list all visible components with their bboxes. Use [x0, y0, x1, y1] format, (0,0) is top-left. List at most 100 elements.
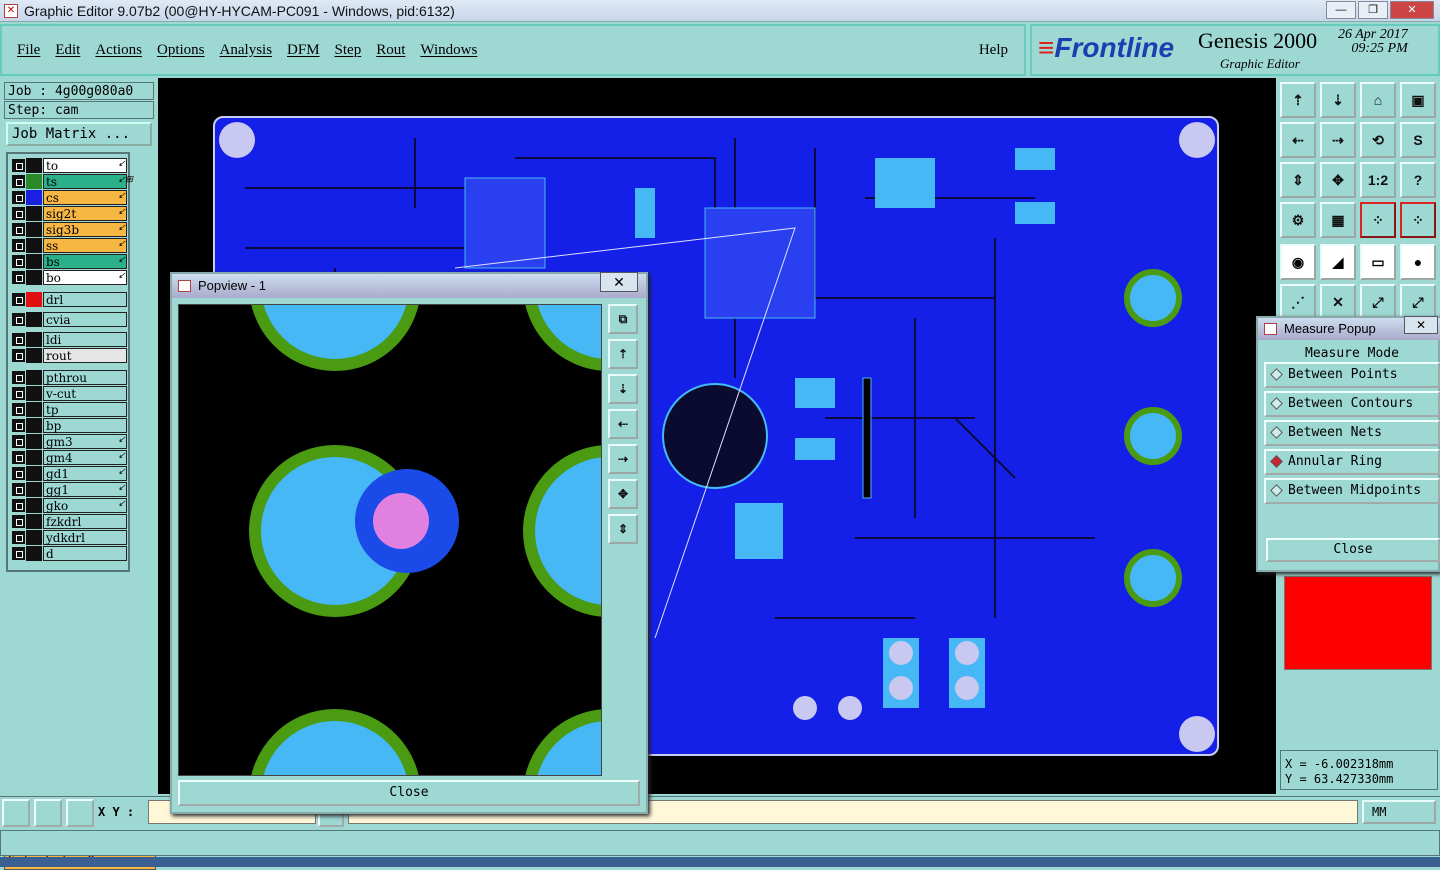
- layer-row-drl[interactable]: drl: [10, 292, 128, 307]
- measure-close-button[interactable]: Close: [1266, 538, 1440, 562]
- layer-row-rout[interactable]: rout: [10, 348, 128, 363]
- layer-row-cs[interactable]: cs ↙: [10, 190, 128, 205]
- measure-icon[interactable]: ⤢: [1360, 284, 1396, 320]
- layer-checkbox[interactable]: [12, 371, 25, 384]
- mini-map[interactable]: [1284, 576, 1432, 670]
- snap-icon[interactable]: ⚙: [1280, 202, 1316, 238]
- layer-checkbox[interactable]: [12, 191, 25, 204]
- layer-checkbox[interactable]: [12, 313, 25, 326]
- cursor-mode-icon[interactable]: [2, 799, 30, 827]
- layer-name[interactable]: ts: [43, 174, 127, 189]
- layer-row-sig2t[interactable]: sig2t ↙: [10, 206, 128, 221]
- measure-option[interactable]: Annular Ring: [1264, 449, 1440, 475]
- layer-name[interactable]: to: [43, 158, 127, 173]
- menu-windows[interactable]: Windows: [420, 42, 477, 59]
- layer-name[interactable]: gko: [43, 498, 127, 513]
- layer-checkbox[interactable]: [12, 531, 25, 544]
- layer-row-fzkdrl[interactable]: fzkdrl: [10, 514, 128, 529]
- layer-name[interactable]: d: [43, 546, 127, 561]
- layer-checkbox[interactable]: [12, 207, 25, 220]
- layer-row-bp[interactable]: bp: [10, 418, 128, 433]
- connect-icon[interactable]: ⋰: [1280, 284, 1316, 320]
- menu-analysis[interactable]: Analysis: [220, 42, 273, 59]
- layer-checkbox[interactable]: [12, 547, 25, 560]
- layer-checkbox[interactable]: [12, 293, 25, 306]
- layer-checkbox[interactable]: [12, 403, 25, 416]
- layer-row-bo[interactable]: bo ↙: [10, 270, 128, 285]
- layer-checkbox[interactable]: [12, 499, 25, 512]
- distance-icon[interactable]: ⤢: [1400, 284, 1436, 320]
- ruler-icon[interactable]: ▭: [1360, 244, 1396, 280]
- layer-row-gm4[interactable]: gm4 ↙: [10, 450, 128, 465]
- window-split-icon[interactable]: ▣: [1400, 82, 1436, 118]
- menu-edit[interactable]: Edit: [55, 42, 80, 59]
- pad-icon[interactable]: ◉: [1280, 244, 1316, 280]
- menu-step[interactable]: Step: [335, 42, 362, 59]
- layer-name[interactable]: bo: [43, 270, 127, 285]
- pv-fit-icon[interactable]: ✥: [608, 479, 638, 509]
- popview-canvas[interactable]: [178, 304, 602, 776]
- snap-mode-icon[interactable]: [34, 799, 62, 827]
- layer-checkbox[interactable]: [12, 435, 25, 448]
- layer-name[interactable]: cs: [43, 190, 127, 205]
- pv-pan-up-icon[interactable]: ⇡: [608, 339, 638, 369]
- popview-close-x-button[interactable]: ✕: [600, 272, 638, 292]
- measure-option[interactable]: Between Contours: [1264, 391, 1440, 417]
- layer-row-cvia[interactable]: cvia: [10, 312, 128, 327]
- layer-checkbox[interactable]: [12, 349, 25, 362]
- units-select[interactable]: MM: [1362, 800, 1436, 824]
- circle-icon[interactable]: ●: [1400, 244, 1436, 280]
- measure-option[interactable]: Between Midpoints: [1264, 478, 1440, 504]
- scale-1-2-icon[interactable]: 1:2: [1360, 162, 1396, 198]
- zoom-home-icon[interactable]: ⇡: [1280, 82, 1316, 118]
- redraw-icon[interactable]: S: [1400, 122, 1436, 158]
- grid-mode-icon[interactable]: [66, 799, 94, 827]
- layer-row-ss[interactable]: ss ↙: [10, 238, 128, 253]
- maximize-button[interactable]: ❐: [1358, 1, 1388, 19]
- pv-pan-down-icon[interactable]: ⇣: [608, 374, 638, 404]
- layer-name[interactable]: rout: [43, 348, 127, 363]
- menu-options[interactable]: Options: [157, 42, 205, 59]
- pv-zoom-window-icon[interactable]: ⧉: [608, 304, 638, 334]
- layer-checkbox[interactable]: [12, 255, 25, 268]
- layer-row-pthrou[interactable]: pthrou: [10, 370, 128, 385]
- layer-name[interactable]: ss: [43, 238, 127, 253]
- layer-checkbox[interactable]: [12, 239, 25, 252]
- layer-row-d[interactable]: d: [10, 546, 128, 561]
- layer-name[interactable]: ldi: [43, 332, 127, 347]
- layer-row-tp[interactable]: tp: [10, 402, 128, 417]
- popview-close-button[interactable]: Close: [178, 780, 640, 806]
- layer-name[interactable]: cvia: [43, 312, 127, 327]
- layer-name[interactable]: v-cut: [43, 386, 127, 401]
- menu-dfm[interactable]: DFM: [287, 42, 320, 59]
- layer-checkbox[interactable]: [12, 387, 25, 400]
- fit-vertical-icon[interactable]: ⇕: [1280, 162, 1316, 198]
- menu-help[interactable]: Help: [979, 42, 1008, 59]
- zoom-in-icon[interactable]: ⟲: [1360, 122, 1396, 158]
- layer-checkbox[interactable]: [12, 515, 25, 528]
- layer-name[interactable]: gm3: [43, 434, 127, 449]
- layer-row-to[interactable]: to ↙: [10, 158, 128, 173]
- layer-checkbox[interactable]: [12, 333, 25, 346]
- layer-name[interactable]: bp: [43, 418, 127, 433]
- layer-row-gg1[interactable]: gg1 ↙: [10, 482, 128, 497]
- pan-left-icon[interactable]: ⇠: [1280, 122, 1316, 158]
- layer-checkbox[interactable]: [12, 451, 25, 464]
- layer-row-bs[interactable]: bs ↙: [10, 254, 128, 269]
- pv-pan-left-icon[interactable]: ⇠: [608, 409, 638, 439]
- layer-name[interactable]: sig3b: [43, 222, 127, 237]
- layer-checkbox[interactable]: [12, 271, 25, 284]
- measure-option[interactable]: Between Points: [1264, 362, 1440, 388]
- layer-name[interactable]: gg1: [43, 482, 127, 497]
- line-icon[interactable]: ◢: [1320, 244, 1356, 280]
- layer-name[interactable]: pthrou: [43, 370, 127, 385]
- minimize-button[interactable]: —: [1326, 1, 1356, 19]
- layer-checkbox[interactable]: [12, 175, 25, 188]
- job-matrix-button[interactable]: Job Matrix ...: [6, 122, 152, 146]
- layer-checkbox[interactable]: [12, 159, 25, 172]
- layer-row-gm3[interactable]: gm3 ↙: [10, 434, 128, 449]
- layer-name[interactable]: sig2t: [43, 206, 127, 221]
- layer-name[interactable]: gm4: [43, 450, 127, 465]
- grid-icon[interactable]: ▦: [1320, 202, 1356, 238]
- menu-actions[interactable]: Actions: [95, 42, 142, 59]
